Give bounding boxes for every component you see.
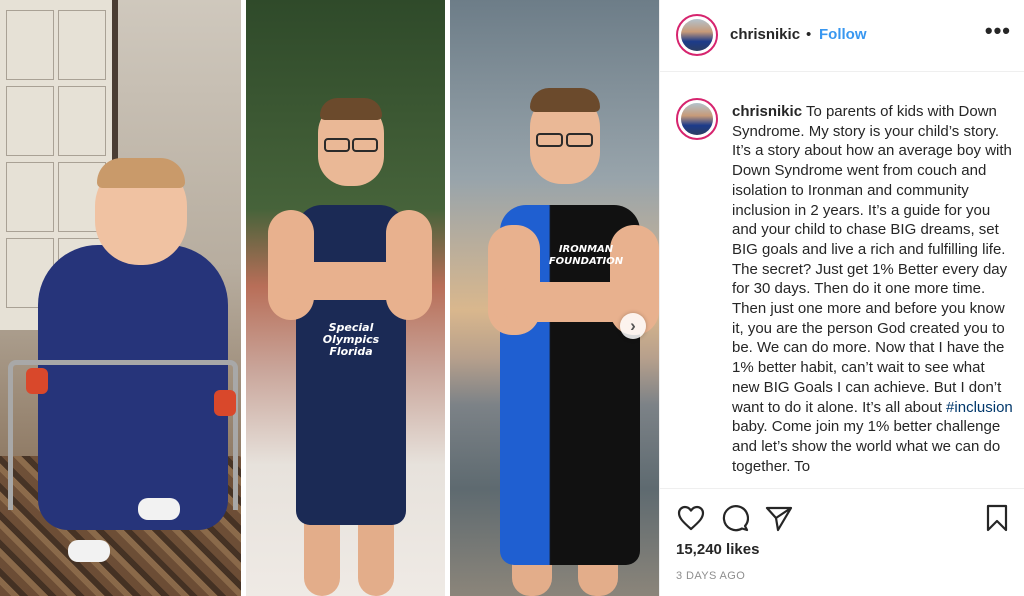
caption-text-continued: baby. Come join my 1% better challenge a… — [732, 418, 1001, 475]
hashtag-link[interactable]: #inclusion — [946, 399, 1013, 416]
comments-area[interactable]: chrisnikic To parents of kids with Down … — [660, 72, 1024, 488]
avatar[interactable] — [676, 14, 718, 56]
username-link[interactable]: chrisnikic — [730, 26, 800, 43]
post-media[interactable]: Special Olympics Florida IRONMAN FOUNDAT… — [0, 0, 659, 596]
chevron-right-icon: › — [630, 316, 636, 335]
carousel-next-button[interactable]: › — [620, 313, 646, 339]
post-date[interactable]: 3 DAYS AGO — [676, 570, 745, 582]
post-sidebar: chrisnikic • Follow ••• chrisnikic To pa… — [659, 0, 1024, 596]
post-caption: chrisnikic To parents of kids with Down … — [732, 102, 1016, 476]
share-icon[interactable] — [764, 503, 794, 533]
photo-panel-child — [0, 0, 241, 596]
post-actions: 15,240 likes 3 DAYS AGO — [660, 488, 1024, 596]
caption-avatar[interactable] — [676, 98, 718, 140]
ironman-foundation-logo-text: IRONMAN FOUNDATION — [548, 244, 624, 267]
photo-panel-ironman: IRONMAN FOUNDATION — [450, 0, 659, 596]
photo-panel-special-olympics: Special Olympics Florida — [246, 0, 445, 596]
bookmark-icon[interactable] — [982, 503, 1012, 533]
separator-dot: • — [806, 26, 812, 43]
follow-button[interactable]: Follow — [819, 26, 867, 43]
special-olympics-logo-text: Special Olympics Florida — [322, 321, 380, 358]
heart-icon[interactable] — [676, 503, 706, 533]
post-header: chrisnikic • Follow ••• — [660, 0, 1024, 72]
comment-icon[interactable] — [720, 503, 750, 533]
caption-text: To parents of kids with Down Syndrome. M… — [732, 103, 1012, 416]
more-options-icon[interactable]: ••• — [985, 18, 1011, 44]
caption-username-link[interactable]: chrisnikic — [732, 103, 802, 120]
likes-count[interactable]: 15,240 likes — [676, 541, 759, 558]
